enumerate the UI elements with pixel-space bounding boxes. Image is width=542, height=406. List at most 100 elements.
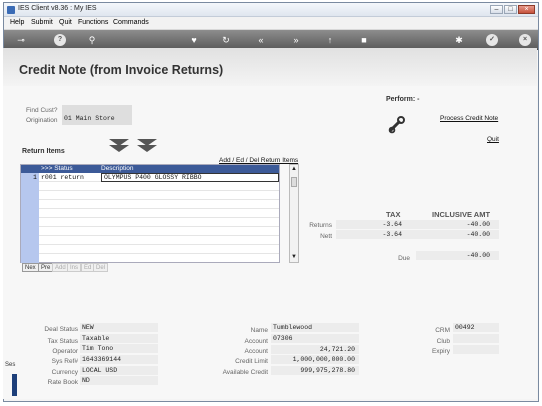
close-icon[interactable]: × <box>519 34 531 46</box>
column-status[interactable]: >>> Status <box>41 165 73 173</box>
column-description[interactable]: Description <box>101 165 134 173</box>
row-number: 1 <box>33 174 37 181</box>
deal-status-label: Deal Status <box>44 326 78 333</box>
toolbar: ⊸ ? ⚲ ♥ ↻ « » ↑ ■ ✱ ✓ × <box>4 30 538 50</box>
return-items-grid: >>> Status Description 1 r001 return OLY… <box>20 164 280 263</box>
side-tab-strip[interactable] <box>12 374 17 396</box>
table-row[interactable] <box>39 227 279 236</box>
name-label: Name <box>250 327 268 334</box>
due-label: Due <box>398 255 410 262</box>
heart-icon[interactable]: ♥ <box>188 34 200 46</box>
nett-row: -3.64 -40.00 <box>336 230 499 239</box>
returns-tax: -3.64 <box>382 221 402 228</box>
club-label: Club <box>436 338 450 345</box>
row-description[interactable]: OLYMPUS P400 GLOSSY RIBBO <box>101 173 279 182</box>
quit-link[interactable]: Quit <box>487 136 499 143</box>
return-items-label: Return Items <box>22 148 65 155</box>
sys-ref-value: 1643369144 <box>80 355 158 364</box>
session-edge-label: Ses <box>5 362 16 368</box>
origination-field[interactable]: 01 Main Store <box>62 113 132 125</box>
operator-value: Tim Tono <box>80 344 158 353</box>
account-balance-value: 24,721.20 <box>271 345 359 354</box>
scroll-thumb[interactable] <box>291 177 297 187</box>
rate-book-value: ND <box>80 376 158 385</box>
name-value: Tumblewood <box>271 323 359 332</box>
menu-bar: Help Submit Quit Functions Commands <box>4 17 538 30</box>
expiry-value <box>453 345 499 354</box>
table-row[interactable] <box>39 200 279 209</box>
table-row[interactable] <box>39 209 279 218</box>
title-bar: IES Client v8.36 : My IES – □ × <box>4 3 538 17</box>
row-status: r001 return <box>41 174 84 181</box>
up-icon[interactable]: ↑ <box>324 34 336 46</box>
window-title: IES Client v8.36 : My IES <box>18 5 97 12</box>
delete-button[interactable]: Del <box>93 263 109 272</box>
scroll-down-icon[interactable]: ▼ <box>291 254 297 260</box>
expand-down-icon[interactable] <box>108 138 130 154</box>
table-row[interactable] <box>39 245 279 254</box>
available-credit-label: Available Credit <box>222 369 268 376</box>
crm-value: 00492 <box>453 323 499 332</box>
menu-quit[interactable]: Quit <box>59 19 72 26</box>
inclusive-amt-header: INCLUSIVE AMT <box>432 210 491 219</box>
menu-commands[interactable]: Commands <box>113 19 149 26</box>
maximize-button[interactable]: □ <box>504 5 517 14</box>
nett-label: Nett <box>320 233 332 240</box>
next-button[interactable]: Nex <box>22 263 39 272</box>
expand-down-icon-2[interactable] <box>136 138 158 154</box>
due-row: -40.00 <box>416 251 499 260</box>
page-title: Credit Note (from Invoice Returns) <box>19 63 224 77</box>
grid-scrollbar[interactable]: ▲ ▼ <box>289 164 299 263</box>
tax-status-label: Tax Status <box>47 338 78 345</box>
table-row[interactable] <box>39 218 279 227</box>
crm-label: CRM <box>435 327 450 334</box>
grid-header: >>> Status Description <box>21 165 279 173</box>
returns-label: Returns <box>309 222 332 229</box>
menu-functions[interactable]: Functions <box>78 19 108 26</box>
refresh-icon[interactable]: ↻ <box>220 34 232 46</box>
rate-book-label: Rate Book <box>47 379 78 386</box>
search-icon[interactable]: ⚲ <box>86 34 98 46</box>
table-row[interactable] <box>39 236 279 245</box>
menu-submit[interactable]: Submit <box>31 19 53 26</box>
available-credit-value: 999,975,278.80 <box>271 366 359 375</box>
table-row[interactable]: 1 r001 return OLYMPUS P400 GLOSSY RIBBO <box>33 173 279 182</box>
deal-status-value: NEW <box>80 323 158 332</box>
gear-icon[interactable]: ✱ <box>453 34 465 46</box>
due-value: -40.00 <box>466 252 490 259</box>
operator-label: Operator <box>52 348 78 355</box>
menu-help[interactable]: Help <box>10 19 24 26</box>
back-icon[interactable]: « <box>255 34 267 46</box>
tax-header: TAX <box>386 210 401 219</box>
origination-label: Origination <box>26 117 58 124</box>
account-label: Account <box>244 338 269 345</box>
app-icon <box>7 6 15 14</box>
nett-inclusive: -40.00 <box>466 231 490 238</box>
wrench-icon[interactable] <box>388 116 406 134</box>
minimize-button[interactable]: – <box>490 5 503 14</box>
check-icon[interactable]: ✓ <box>486 34 498 46</box>
insert-button[interactable]: Ins <box>67 263 82 272</box>
table-row[interactable] <box>39 191 279 200</box>
perform-label: Perform: - <box>386 96 420 103</box>
account-balance-label: Account <box>244 348 269 355</box>
forward-icon[interactable]: » <box>290 34 302 46</box>
table-row[interactable] <box>39 182 279 191</box>
scroll-up-icon[interactable]: ▲ <box>291 166 297 172</box>
add-edit-del-return-items-link[interactable]: Add / Ed / Del Return Items <box>219 157 298 164</box>
process-credit-note-link[interactable]: Process Credit Note <box>440 115 498 122</box>
club-value <box>453 334 499 343</box>
tax-status-value: Taxable <box>80 334 158 343</box>
credit-limit-label: Credit Limit <box>235 358 268 365</box>
credit-limit-value: 1,000,000,000.00 <box>271 355 359 364</box>
currency-label: Currency <box>51 369 78 376</box>
currency-value: LOCAL USD <box>80 366 158 375</box>
key-icon[interactable]: ⊸ <box>12 34 30 46</box>
find-cust-label: Find Cust? <box>26 107 58 114</box>
stop-icon[interactable]: ■ <box>358 34 370 46</box>
sys-ref-label: Sys Ref# <box>51 358 78 365</box>
nett-tax: -3.64 <box>382 231 402 238</box>
expiry-label: Expiry <box>431 348 450 355</box>
help-icon[interactable]: ? <box>54 34 66 46</box>
close-button[interactable]: × <box>518 5 535 14</box>
